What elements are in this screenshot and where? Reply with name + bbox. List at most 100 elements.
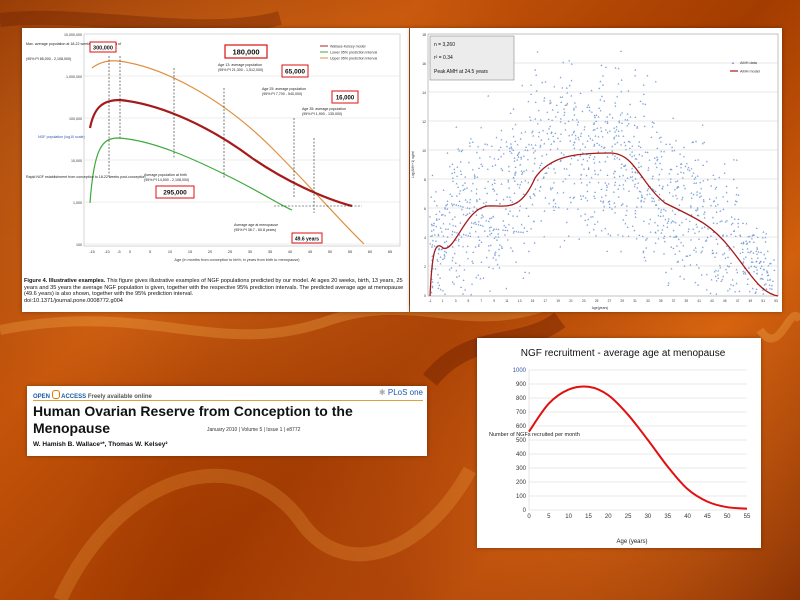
fig4-xtick-label: 10 <box>168 250 172 254</box>
amh-xtick-label: 11 <box>505 299 509 303</box>
article-meta: January 2010 | Volume 5 | Issue 1 | e877… <box>207 427 301 433</box>
amh-chart: 18 16 14 12 10 8 6 4 2 0 Log(AMH+1) ng/m… <box>411 33 779 310</box>
amh-xtick-label: 43 <box>710 299 714 303</box>
fig4-ytick-label: 1,000 <box>73 201 82 205</box>
figure4-panel: 10,000,000 1,000,000 100,000 10,000 1,00… <box>22 28 409 312</box>
article-header: OPEN ACCESS Freely available online ✱ PL… <box>27 386 427 456</box>
figure4-caption-doi: doi:10.1371/journal.pone.0008772.g004 <box>24 297 123 304</box>
fig4-legend-upper: Upper 95% prediction interval <box>330 57 377 61</box>
recruitment-ytick-label: 900 <box>516 382 527 388</box>
recruitment-panel: NGF recruitment - average age at menopau… <box>477 338 761 548</box>
article-title-line2: Menopause <box>33 420 111 436</box>
fig4-ytick-label: 1,000,000 <box>66 75 82 79</box>
amh-stat-r2: r² = 0.34 <box>434 55 453 61</box>
svg-text:▲: ▲ <box>731 60 735 65</box>
amh-xtick-label: 13 <box>518 299 522 303</box>
fig4-y-axis-label: NGF population (log10 scale) <box>38 135 85 139</box>
recruitment-xtick-label: 25 <box>625 514 632 520</box>
amh-ytick-label: 14 <box>422 91 426 95</box>
fig4-box-birth: 295,000 <box>163 190 187 197</box>
fig4-note-age13: Age 13: average population <box>218 63 262 67</box>
fig4-box-age13: 180,000 <box>232 48 259 57</box>
recruitment-xtick-label: 35 <box>664 514 671 520</box>
amh-xtick-label: 25 <box>595 299 599 303</box>
amh-xtick-label: 51 <box>761 299 765 303</box>
fig4-box-menopause: 49.6 years <box>295 237 319 243</box>
fig4-note-age13-ci: (95% PI 21,300 - 1,512,000) <box>218 68 263 72</box>
fig4-xtick-label: 5 <box>149 250 151 254</box>
recruitment-xtick-label: 50 <box>724 514 731 520</box>
amh-stat-n: n = 3,260 <box>434 42 455 48</box>
amh-xtick-label: 21 <box>569 299 573 303</box>
fig4-note-menopause: Average age at menopause <box>234 223 278 227</box>
fig4-note-age35: Age 35: average population <box>302 107 346 111</box>
fig4-note-age35-ci: (95% PI 1,900 - 135,000) <box>302 112 342 116</box>
recruitment-xtick-label: 55 <box>744 514 751 520</box>
fig4-xtick-label: 65 <box>388 250 392 254</box>
fig4-note-birth: Average population at birth <box>144 173 187 177</box>
fig4-note-menopause-ci: (95% PI 38.7 - 60.8 years) <box>234 228 276 232</box>
amh-ytick-label: 4 <box>424 236 426 240</box>
amh-xtick-label: 7 <box>480 299 482 303</box>
recruitment-x-axis-label: Age (years) <box>616 539 647 545</box>
amh-xtick-label: 33 <box>646 299 650 303</box>
recruitment-y-axis-label: Number of NGFs recruited per month <box>489 432 580 438</box>
recruitment-ytick-label: 200 <box>516 480 527 486</box>
access-rule <box>33 400 423 401</box>
article-title-line1: Human Ovarian Reserve from Conception to… <box>33 403 353 419</box>
amh-ytick-label: 6 <box>424 207 426 211</box>
recruitment-ytick-label: 100 <box>516 494 527 500</box>
amh-ytick-label: 10 <box>422 149 426 153</box>
amh-xtick-label: 1 <box>442 299 444 303</box>
amh-xtick-label: 19 <box>556 299 560 303</box>
fig4-ytick-label: 10,000,000 <box>64 33 82 37</box>
recruitment-xtick-label: 40 <box>684 514 691 520</box>
fig4-note-age25: Age 25: average population <box>262 87 306 91</box>
recruitment-ytick-label: 500 <box>516 438 527 444</box>
amh-y-axis-label: Log(AMH+1) ng/ml <box>411 151 415 178</box>
recruitment-ytick-label: 600 <box>516 424 527 430</box>
recruitment-ytick-label: 700 <box>516 410 527 416</box>
amh-xtick-label: 27 <box>608 299 612 303</box>
recruitment-title: NGF recruitment - average age at menopau… <box>521 348 726 359</box>
amh-xtick-label: 3 <box>455 299 457 303</box>
recruitment-ytick-label: 400 <box>516 452 527 458</box>
fig4-xtick-label: 60 <box>368 250 372 254</box>
amh-xtick-label: 31 <box>633 299 637 303</box>
article-authors: W. Hamish B. Wallace¹*, Thomas W. Kelsey… <box>33 441 168 448</box>
fig4-ytick-label: 10,000 <box>71 159 82 163</box>
recruitment-xtick-label: 15 <box>585 514 592 520</box>
fig4-note-rapid: Rapid NGF establishment from conception … <box>26 175 145 179</box>
fig4-xtick-label: -5 <box>117 250 120 254</box>
fig4-xtick-label: 55 <box>348 250 352 254</box>
fig4-legend-model: Wallace-Kelsey model <box>330 45 366 49</box>
recruitment-chart: NGF recruitment - average age at menopau… <box>489 348 751 545</box>
amh-xtick-label: 9 <box>493 299 495 303</box>
amh-xtick-label: 53 <box>774 299 778 303</box>
amh-ytick-label: 18 <box>422 33 426 37</box>
amh-xtick-label: 35 <box>659 299 663 303</box>
recruitment-xtick-label: 20 <box>605 514 612 520</box>
amh-xtick-label: -1 <box>429 299 432 303</box>
amh-xtick-label: 17 <box>544 299 548 303</box>
fig4-note-birth-ci: (95% PI 14,500 - 2,108,000) <box>144 178 189 182</box>
fig4-xtick-label: 25 <box>228 250 232 254</box>
fig4-ytick-label: 100 <box>76 243 82 247</box>
open-access-icon <box>51 390 60 399</box>
recruitment-xtick-label: 0 <box>527 514 531 520</box>
recruitment-xtick-label: 5 <box>547 514 551 520</box>
amh-legend-model: AMH model <box>740 70 760 74</box>
amh-ytick-label: 16 <box>422 62 426 66</box>
fig4-xtick-label: 0 <box>129 250 131 254</box>
fig4-xtick-label: 20 <box>208 250 212 254</box>
journal-logo: ✱ PLoS one <box>379 388 423 397</box>
fig4-xtick-label: 45 <box>308 250 312 254</box>
amh-xtick-label: 5 <box>468 299 470 303</box>
amh-xtick-label: 41 <box>697 299 701 303</box>
access-bar: OPEN ACCESS Freely available online <box>33 390 152 400</box>
fig4-note-max-ci: (95% PI 85,000 - 2,108,000) <box>26 57 71 61</box>
amh-stat-peak: Peak AMH at 24.5 years <box>434 69 488 75</box>
figure4-caption: Figure 4. Illustrative examples. This fi… <box>24 278 407 304</box>
amh-panel: 18 16 14 12 10 8 6 4 2 0 Log(AMH+1) ng/m… <box>410 28 782 312</box>
amh-legend-data: AMH data <box>740 61 758 65</box>
